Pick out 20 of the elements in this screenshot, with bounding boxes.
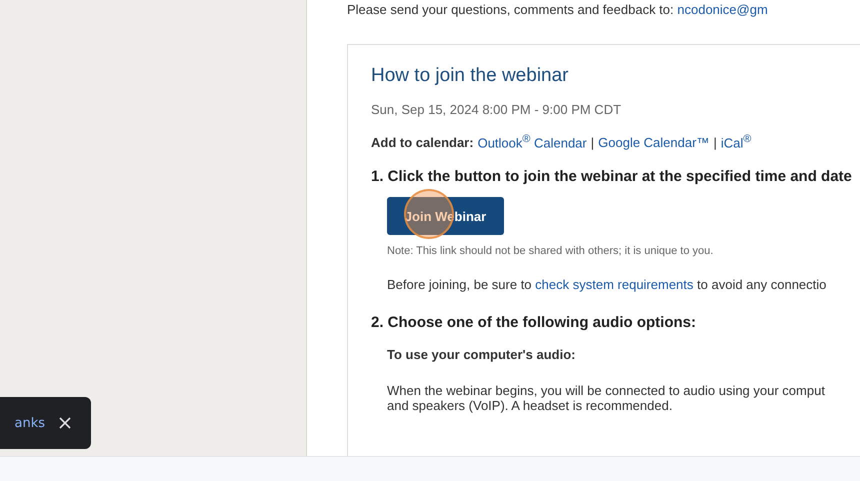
calendar-link[interactable]: Outlook$^{®}$ Calendar xyxy=(478,133,587,150)
close-icon[interactable] xyxy=(59,417,71,429)
note-text: Note: This link should not be shared with others; it is unique to you. xyxy=(387,245,714,258)
calendar-label: Add to calendar: xyxy=(371,135,474,150)
step-heading: 1. Click the button to join the webinar at the specified time and date xyxy=(371,168,853,186)
separator: | xyxy=(590,135,594,150)
calendar-link[interactable]: iCal$^{®}$ xyxy=(720,133,752,150)
card-title: How to join the webinar xyxy=(371,65,570,87)
audio-text: When the webinar begins, you will be connected to audio using your comput and speakers (VoIP). A headset is recommended. xyxy=(387,384,826,413)
step-heading: 2. Choose one of the following audio options: xyxy=(371,314,697,332)
separator: | xyxy=(713,135,717,150)
requirements-link[interactable]: check system requirements xyxy=(535,277,694,292)
toast-text: anks xyxy=(14,416,45,430)
event-datetime: Sun, Sep 15, 2024 8:00 PM - 9:00 PM CDT xyxy=(371,102,622,117)
body-text: Before joining, be sure to xyxy=(387,277,532,292)
body-text: to avoid any connectio xyxy=(697,277,826,292)
audio-heading: To use your computer's audio: xyxy=(387,347,576,362)
calendar-link[interactable]: Google Calendar™ xyxy=(598,135,710,150)
feedback-text: Please send your questions, comments and feedback to: xyxy=(347,2,674,17)
email-link[interactable]: ncodonice@gm xyxy=(677,2,768,17)
